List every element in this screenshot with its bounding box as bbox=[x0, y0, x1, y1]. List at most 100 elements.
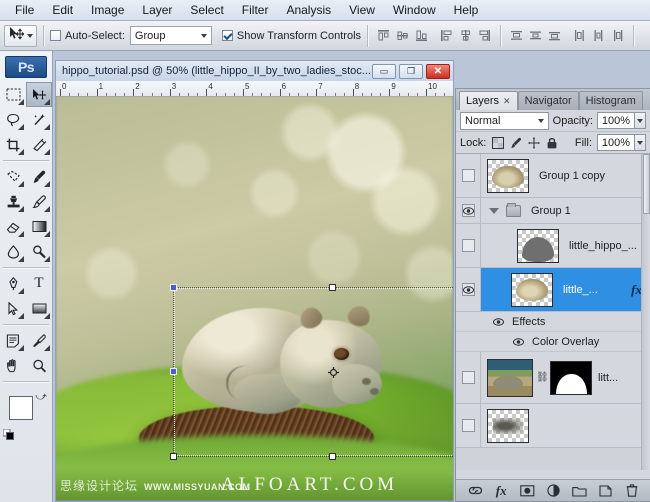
blend-mode-dropdown[interactable]: Normal bbox=[460, 112, 549, 130]
layer-thumbnail[interactable] bbox=[487, 359, 533, 397]
table-row[interactable] bbox=[456, 404, 650, 448]
add-layer-mask-icon[interactable] bbox=[518, 483, 536, 499]
layer-visibility-cell[interactable] bbox=[456, 404, 481, 447]
list-item[interactable]: Color Overlay bbox=[456, 332, 650, 352]
tab-layers[interactable]: Layers ✕ bbox=[459, 91, 518, 110]
transform-handle-top-center[interactable] bbox=[329, 284, 336, 291]
current-tool-preset-picker[interactable] bbox=[4, 25, 37, 47]
layer-thumbnail[interactable] bbox=[517, 229, 559, 263]
menu-item-edit[interactable]: Edit bbox=[43, 1, 82, 19]
distribute-top-edges-button[interactable] bbox=[507, 26, 526, 45]
patch-tool[interactable] bbox=[0, 164, 26, 189]
canvas-area[interactable]: 思缘设计论坛 WWW.MISSYUAN.COM ALFOART.COM bbox=[55, 96, 454, 502]
menu-item-select[interactable]: Select bbox=[181, 1, 232, 19]
transform-handle-bottom-center[interactable] bbox=[329, 453, 336, 460]
lock-image-pixels-icon[interactable] bbox=[509, 136, 522, 149]
eye-icon-hidden[interactable] bbox=[462, 419, 475, 432]
table-row[interactable]: Group 1 bbox=[456, 198, 650, 224]
chevron-down-icon[interactable] bbox=[489, 208, 499, 214]
default-colors-icon[interactable] bbox=[3, 429, 14, 440]
hand-tool[interactable] bbox=[0, 353, 26, 378]
menu-item-view[interactable]: View bbox=[340, 1, 384, 19]
layer-thumbnail[interactable] bbox=[487, 159, 529, 193]
menu-item-filter[interactable]: Filter bbox=[233, 1, 278, 19]
history-brush-tool[interactable] bbox=[26, 189, 52, 214]
menu-item-layer[interactable]: Layer bbox=[133, 1, 181, 19]
eye-icon-hidden[interactable] bbox=[462, 169, 475, 182]
table-row[interactable]: little_... fx bbox=[456, 268, 650, 312]
crop-tool[interactable] bbox=[0, 132, 26, 157]
lock-transparent-pixels-icon[interactable] bbox=[491, 136, 504, 149]
layer-thumbnail[interactable] bbox=[487, 409, 529, 443]
distribute-left-edges-button[interactable] bbox=[570, 26, 589, 45]
transform-handle-bottom-left[interactable] bbox=[170, 453, 177, 460]
layer-visibility-cell[interactable] bbox=[456, 154, 481, 197]
fill-input[interactable]: 100% bbox=[597, 134, 635, 151]
clone-stamp-tool[interactable] bbox=[0, 189, 26, 214]
effects-visibility-cell[interactable] bbox=[456, 312, 508, 331]
lock-position-icon[interactable] bbox=[527, 136, 540, 149]
auto-select-scope-dropdown[interactable]: Group bbox=[130, 26, 212, 45]
table-row[interactable]: little_hippo_... bbox=[456, 224, 650, 268]
auto-select-checkbox[interactable] bbox=[50, 30, 61, 41]
list-item[interactable]: Effects bbox=[456, 312, 650, 332]
eye-icon-hidden[interactable] bbox=[462, 371, 475, 384]
foreground-color-swatch[interactable] bbox=[9, 396, 33, 420]
eye-icon-visible[interactable] bbox=[462, 204, 475, 217]
align-left-edges-button[interactable] bbox=[437, 26, 456, 45]
horizontal-ruler[interactable]: 012345678910 bbox=[55, 81, 454, 96]
move-tool[interactable] bbox=[26, 82, 52, 107]
path-selection-tool[interactable] bbox=[0, 296, 26, 321]
rectangular-marquee-tool[interactable] bbox=[0, 82, 26, 107]
layer-mask-link-icon[interactable]: ⛓ bbox=[536, 372, 546, 383]
horizontal-type-tool[interactable]: T bbox=[26, 271, 52, 296]
zoom-tool[interactable] bbox=[26, 353, 52, 378]
color-overlay-visibility-cell[interactable] bbox=[456, 332, 528, 351]
swap-colors-icon[interactable]: ⤻ bbox=[35, 391, 47, 404]
notes-tool[interactable] bbox=[0, 328, 26, 353]
layer-visibility-cell[interactable] bbox=[456, 224, 481, 267]
align-bottom-edges-button[interactable] bbox=[412, 26, 431, 45]
new-layer-icon[interactable] bbox=[597, 483, 615, 499]
transform-reference-point-icon[interactable] bbox=[328, 367, 339, 378]
layers-scrollbar[interactable] bbox=[641, 154, 650, 470]
dodge-tool[interactable] bbox=[26, 239, 52, 264]
fill-stepper-icon[interactable] bbox=[635, 134, 646, 151]
magic-wand-tool[interactable] bbox=[26, 107, 52, 132]
eyedropper-tool[interactable] bbox=[26, 328, 52, 353]
distribute-horizontal-centers-button[interactable] bbox=[589, 26, 608, 45]
add-layer-style-icon[interactable]: fx bbox=[492, 483, 510, 499]
layer-list[interactable]: Group 1 copy Group 1 little_hippo_... bbox=[456, 154, 650, 470]
distribute-right-edges-button[interactable] bbox=[608, 26, 627, 45]
layer-visibility-cell[interactable] bbox=[456, 352, 481, 403]
table-row[interactable]: ⛓ litt... bbox=[456, 352, 650, 404]
link-layers-icon[interactable] bbox=[466, 483, 484, 499]
rectangle-shape-tool[interactable] bbox=[26, 296, 52, 321]
layer-visibility-cell[interactable] bbox=[456, 198, 481, 223]
eye-icon-visible[interactable] bbox=[462, 283, 475, 296]
transform-bounding-box[interactable] bbox=[174, 288, 454, 456]
align-vertical-centers-button[interactable] bbox=[393, 26, 412, 45]
opacity-input[interactable]: 100% bbox=[597, 112, 635, 129]
menu-item-window[interactable]: Window bbox=[384, 1, 445, 19]
new-group-icon[interactable] bbox=[571, 483, 589, 499]
distribute-vertical-centers-button[interactable] bbox=[526, 26, 545, 45]
layer-mask-thumbnail[interactable] bbox=[550, 361, 592, 395]
brush-tool[interactable] bbox=[26, 164, 52, 189]
tab-navigator[interactable]: Navigator bbox=[518, 91, 579, 110]
menu-item-file[interactable]: File bbox=[6, 1, 43, 19]
layer-visibility-cell[interactable] bbox=[456, 268, 481, 311]
transform-handle-middle-left[interactable] bbox=[170, 368, 177, 375]
pen-tool[interactable] bbox=[0, 271, 26, 296]
show-transform-controls-checkbox[interactable] bbox=[222, 30, 233, 41]
transform-handle-top-left[interactable] bbox=[170, 284, 177, 291]
table-row[interactable]: Group 1 copy bbox=[456, 154, 650, 198]
eye-icon-hidden[interactable] bbox=[462, 239, 475, 252]
tab-histogram[interactable]: Histogram bbox=[579, 91, 643, 110]
layer-thumbnail[interactable] bbox=[511, 273, 553, 307]
new-adjustment-layer-icon[interactable] bbox=[544, 483, 562, 499]
menu-item-analysis[interactable]: Analysis bbox=[277, 1, 340, 19]
close-icon[interactable]: ✕ bbox=[503, 96, 511, 107]
opacity-stepper-icon[interactable] bbox=[635, 112, 646, 129]
align-horizontal-centers-button[interactable] bbox=[456, 26, 475, 45]
